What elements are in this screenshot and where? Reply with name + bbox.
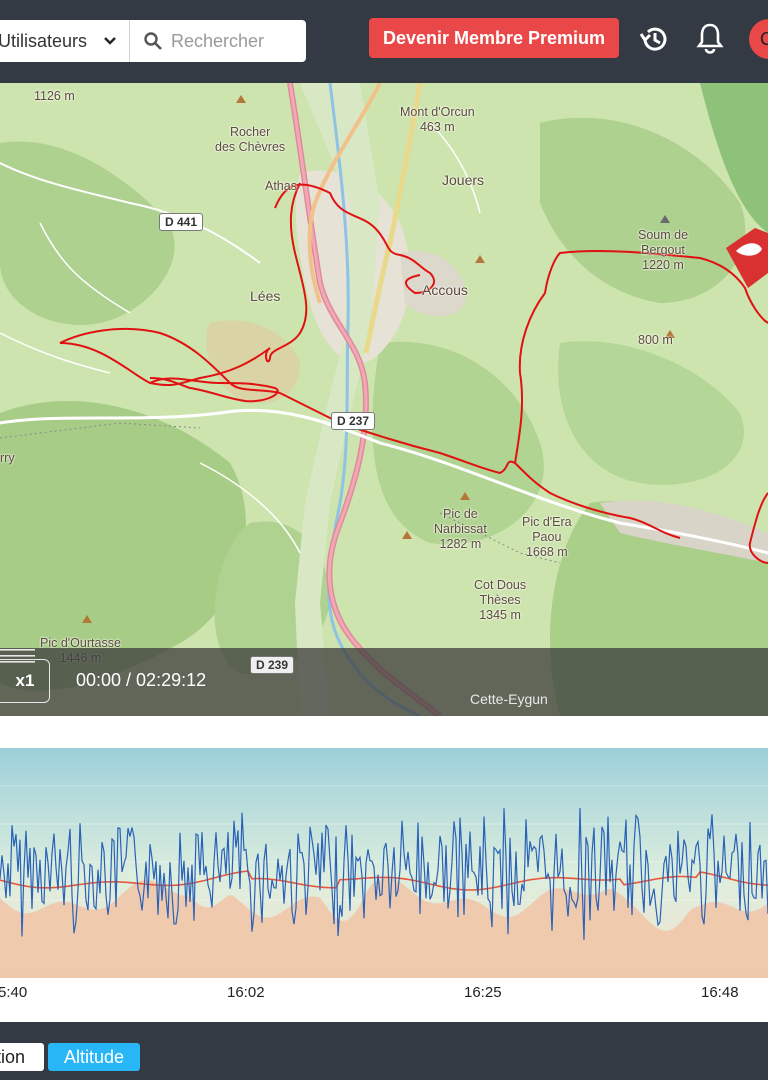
search-input[interactable]	[171, 30, 301, 52]
map-label-mont-dorcun: Mont d'Orcun 463 m	[400, 105, 475, 134]
map-label-cot-dous: Cot Dous Thèses 1345 m	[474, 578, 527, 622]
flight-map[interactable]: 1126 m Rocher des Chèvres Athas Lées Mon…	[0, 83, 768, 716]
speed-button[interactable]: x1	[0, 659, 50, 703]
road-sign-d441: D 441	[159, 213, 204, 231]
map-label-accous: Accous	[422, 282, 468, 298]
map-label-cette-eygun: Cette-Eygun	[470, 691, 548, 707]
x-tick-label: 16:25	[464, 984, 502, 1001]
chevron-down-icon	[104, 37, 116, 45]
map-background	[0, 83, 768, 716]
x-tick-label: 16:48	[701, 984, 739, 1001]
road-sign-d237: D 237	[331, 412, 376, 430]
x-tick-label: 5:40	[0, 984, 28, 1001]
map-label-pic-era: Pic d'Era Paou 1668 m	[522, 515, 572, 559]
chart-x-axis: 5:40 16:02 16:25 16:48	[0, 978, 768, 1022]
map-label-lees: Lées	[250, 288, 281, 304]
map-label-1126: 1126 m	[34, 89, 75, 103]
map-label-rocher: Rocher des Chèvres	[215, 125, 286, 154]
map-label-athas: Athas	[265, 179, 297, 193]
user-type-select[interactable]: Utilisateurs	[0, 20, 130, 62]
tab-vario[interactable]: tion	[0, 1043, 44, 1071]
history-icon[interactable]	[637, 22, 671, 56]
tab-altitude[interactable]: Altitude	[48, 1043, 140, 1071]
road-sign-d239: D 239	[250, 656, 295, 674]
map-label-soum: Soum de Bergout 1220 m	[638, 228, 689, 272]
search-icon	[144, 32, 162, 50]
bell-icon[interactable]	[694, 21, 726, 55]
x-tick-label: 16:02	[227, 984, 265, 1001]
avatar[interactable]: C	[749, 19, 768, 59]
flight-profile-chart[interactable]	[0, 748, 768, 978]
map-label-pic-narbissat: Pic de Narbissat 1282 m	[434, 507, 487, 551]
top-navigation-bar: Utilisateurs Devenir Membre Premium C	[0, 0, 768, 83]
map-label-800: 800 m	[638, 333, 673, 347]
search-box	[130, 20, 306, 62]
bottom-toolbar: tion Altitude	[0, 1022, 768, 1080]
premium-membership-button[interactable]: Devenir Membre Premium	[369, 18, 619, 58]
playback-time: 00:00 / 02:29:12	[76, 670, 207, 690]
map-label-rry: rry	[0, 451, 15, 465]
playback-controls: x1 00:00 / 02:29:12 D 239 Cette-Eygun	[0, 648, 768, 716]
map-label-jouers: Jouers	[442, 172, 485, 188]
menu-icon[interactable]	[0, 648, 35, 664]
